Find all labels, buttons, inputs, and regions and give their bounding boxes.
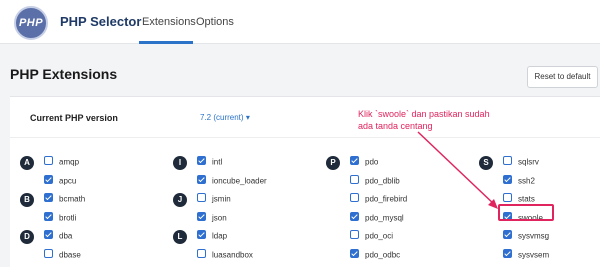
divider <box>10 137 600 138</box>
extension-label: jsmin <box>212 194 231 204</box>
checkbox-checked[interactable] <box>197 211 206 221</box>
checkbox-checked[interactable] <box>44 193 53 203</box>
letter-badge-i: I <box>173 156 187 170</box>
extension-item-pdo_mysql[interactable]: pdo_mysql <box>350 211 404 225</box>
extension-item-dbase[interactable]: dbase <box>44 248 81 262</box>
extension-item-dba[interactable]: dba <box>44 230 73 243</box>
extension-item-ioncube_loader[interactable]: ioncube_loader <box>197 174 267 188</box>
logo-text: PHP <box>18 17 44 29</box>
extension-label: pdo_odbc <box>365 249 401 259</box>
checkbox-checked[interactable] <box>503 248 512 258</box>
top-bar: PHP PHP Selector Extensions Options <box>0 0 600 44</box>
checkbox-checked[interactable] <box>350 156 359 166</box>
page-title: PHP Extensions <box>10 66 118 82</box>
extension-item-pdo_dblib[interactable]: pdo_dblib <box>350 174 400 188</box>
extension-label: pdo_dblib <box>365 175 400 185</box>
extension-label: brotli <box>59 212 77 222</box>
extension-label: amqp <box>59 157 80 167</box>
letter-badge-p: P <box>326 156 340 170</box>
tab-extensions[interactable]: Extensions <box>142 16 196 28</box>
annotation-line-1: Klik `swoole` dan pastikan sudah <box>358 109 490 119</box>
checkbox-unchecked[interactable] <box>197 248 206 258</box>
checkbox-checked[interactable] <box>197 156 206 166</box>
checkbox-checked[interactable] <box>350 211 359 221</box>
app-title: PHP Selector <box>60 14 142 29</box>
checkbox-checked[interactable] <box>503 174 512 184</box>
letter-badge-d: D <box>20 230 34 244</box>
extension-label: sysvmsg <box>518 231 550 241</box>
extension-item-pdo_firebird[interactable]: pdo_firebird <box>350 193 408 206</box>
letter-badge-s: S <box>479 156 493 170</box>
extension-item-sysvmsg[interactable]: sysvmsg <box>503 230 550 243</box>
checkbox-checked[interactable] <box>350 248 359 258</box>
extension-label: ssh2 <box>518 175 535 185</box>
extension-label: intl <box>212 157 223 167</box>
extension-label: apcu <box>59 175 77 185</box>
letter-badge-j: J <box>173 193 187 207</box>
extension-item-apcu[interactable]: apcu <box>44 174 77 188</box>
extension-label: luasandbox <box>212 249 253 259</box>
checkbox-unchecked[interactable] <box>197 193 206 203</box>
extension-label: bcmath <box>59 194 86 204</box>
extension-label: pdo <box>365 157 379 167</box>
extension-item-pdo[interactable]: pdo <box>350 156 379 169</box>
checkbox-unchecked[interactable] <box>350 193 359 203</box>
swoole-highlight-box <box>498 204 554 221</box>
checkbox-checked[interactable] <box>503 230 512 240</box>
extension-item-json[interactable]: json <box>197 211 227 225</box>
checkbox-unchecked[interactable] <box>350 230 359 240</box>
extension-item-luasandbox[interactable]: luasandbox <box>197 248 253 262</box>
extension-label: pdo_firebird <box>365 194 408 204</box>
checkbox-checked[interactable] <box>197 230 206 240</box>
extension-item-brotli[interactable]: brotli <box>44 211 77 225</box>
letter-badge-l: L <box>173 230 187 244</box>
checkbox-checked[interactable] <box>44 230 53 240</box>
checkbox-unchecked[interactable] <box>44 156 53 166</box>
extension-item-pdo_oci[interactable]: pdo_oci <box>350 230 394 243</box>
extension-item-jsmin[interactable]: jsmin <box>197 193 231 206</box>
extension-label: dba <box>59 231 73 241</box>
extension-item-ldap[interactable]: ldap <box>197 230 228 243</box>
extension-label: dbase <box>59 249 81 259</box>
extension-item-ssh2[interactable]: ssh2 <box>503 174 535 188</box>
annotation-line-2: ada tanda centang <box>358 121 433 131</box>
extension-item-amqp[interactable]: amqp <box>44 156 80 169</box>
checkbox-checked[interactable] <box>44 211 53 221</box>
checkbox-unchecked[interactable] <box>44 248 53 258</box>
reset-to-default-button[interactable]: Reset to default <box>527 66 598 88</box>
current-version-label: Current PHP version <box>30 113 118 123</box>
extension-label: json <box>212 212 227 222</box>
extension-label: pdo_mysql <box>365 212 404 222</box>
tab-options[interactable]: Options <box>196 16 234 28</box>
extension-label: sysvsem <box>518 249 550 259</box>
extension-item-sqlsrv[interactable]: sqlsrv <box>503 156 539 169</box>
php-version-dropdown[interactable]: 7.2 (current) ▾ <box>200 113 250 122</box>
checkbox-checked[interactable] <box>44 174 53 184</box>
checkbox-unchecked[interactable] <box>503 156 512 166</box>
extension-label: stats <box>518 194 535 204</box>
extension-label: ioncube_loader <box>212 175 267 185</box>
letter-badge-b: B <box>20 193 34 207</box>
extension-item-bcmath[interactable]: bcmath <box>44 193 86 206</box>
php-version-value: 7.2 (current) <box>200 113 244 122</box>
php-logo: PHP <box>14 6 48 40</box>
checkbox-unchecked[interactable] <box>503 193 512 203</box>
chevron-down-icon: ▾ <box>245 113 250 122</box>
checkbox-checked[interactable] <box>197 174 206 184</box>
extension-label: sqlsrv <box>518 157 539 167</box>
extension-item-pdo_odbc[interactable]: pdo_odbc <box>350 248 401 262</box>
extension-item-intl[interactable]: intl <box>197 156 223 169</box>
letter-badge-a: A <box>20 156 34 170</box>
extension-label: pdo_oci <box>365 231 394 241</box>
extension-item-sysvsem[interactable]: sysvsem <box>503 248 550 262</box>
annotation-text: Klik `swoole` dan pastikan sudah ada tan… <box>358 108 518 132</box>
checkbox-unchecked[interactable] <box>350 174 359 184</box>
extension-label: ldap <box>212 231 228 241</box>
active-tab-indicator <box>139 41 193 44</box>
